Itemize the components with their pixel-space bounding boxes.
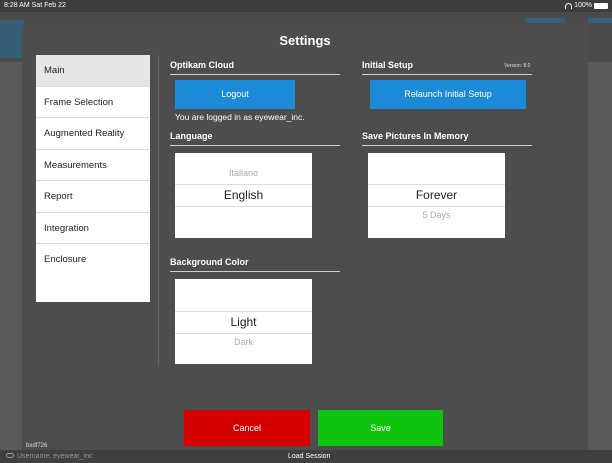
picker-option-faded [368, 225, 505, 231]
save-button[interactable]: Save [318, 410, 443, 446]
picker-option-faded [175, 158, 312, 164]
relaunch-initial-setup-button[interactable]: Relaunch Initial Setup [370, 80, 526, 109]
section-title-background-color: Background Color [170, 257, 340, 272]
picker-option-dark[interactable]: Dark [175, 337, 312, 347]
background-left-button [0, 20, 24, 58]
sidebar-item-integration[interactable]: Integration [36, 213, 150, 244]
sidebar-item-main[interactable]: Main [36, 55, 150, 87]
sidebar-item-enclosure[interactable]: Enclosure [36, 244, 150, 276]
picker-option-forever[interactable]: Forever [368, 188, 505, 202]
settings-modal: Settings Main Frame Selection Augmented … [22, 25, 588, 450]
picker-option-italiano[interactable]: Italiano [175, 168, 312, 178]
load-session-link[interactable]: Load Session [288, 450, 330, 463]
status-time: 8:28 AM Sat Feb 22 [4, 2, 66, 9]
picker-option-light[interactable]: Light [175, 315, 312, 329]
battery-percent: 100% [574, 2, 592, 9]
picker-selection-line-bottom [368, 206, 505, 207]
cancel-button[interactable]: Cancel [184, 410, 310, 446]
logout-button[interactable]: Logout [175, 80, 295, 109]
settings-sidebar: Main Frame Selection Augmented Reality M… [36, 55, 150, 302]
save-pictures-picker[interactable]: Forever 5 Days [368, 153, 505, 238]
picker-option-english[interactable]: English [175, 188, 312, 202]
section-title-save-pictures: Save Pictures In Memory [362, 131, 532, 146]
status-right: 100% [565, 0, 608, 12]
wifi-icon [565, 3, 573, 9]
sidebar-item-frame-selection[interactable]: Frame Selection [36, 87, 150, 118]
sidebar-item-measurements[interactable]: Measurements [36, 150, 150, 181]
picker-selection-line-top [175, 184, 312, 185]
language-picker[interactable]: Italiano English [175, 153, 312, 238]
section-title-language: Language [170, 131, 340, 146]
picker-selection-line-bottom [175, 333, 312, 334]
content-divider [158, 55, 159, 365]
modal-title: Settings [279, 33, 331, 48]
picker-selection-line-top [175, 311, 312, 312]
version-label: Version: 8.0 [504, 63, 531, 69]
cloud-icon [6, 453, 14, 458]
background-right-button [525, 18, 565, 23]
status-bar: 8:28 AM Sat Feb 22 100% [0, 0, 612, 12]
picker-selection-line-bottom [175, 206, 312, 207]
picker-selection-line-top [368, 184, 505, 185]
username-label: Username: eyewear_inc [17, 453, 93, 460]
sidebar-item-report[interactable]: Report [36, 181, 150, 213]
bottom-strip: Username: eyewear_inc Load Session [0, 450, 612, 463]
device-id: bxdf726 [26, 443, 48, 449]
background-color-picker[interactable]: Light Dark [175, 279, 312, 364]
picker-option-5-days[interactable]: 5 Days [368, 210, 505, 220]
battery-icon [594, 3, 608, 9]
logged-in-text: You are logged in as eyewear_inc. [175, 112, 305, 122]
picker-option-faded [175, 352, 312, 358]
sidebar-item-augmented-reality[interactable]: Augmented Reality [36, 118, 150, 150]
background-right-button-2 [588, 18, 612, 23]
section-title-optikam-cloud: Optikam Cloud [170, 60, 340, 75]
